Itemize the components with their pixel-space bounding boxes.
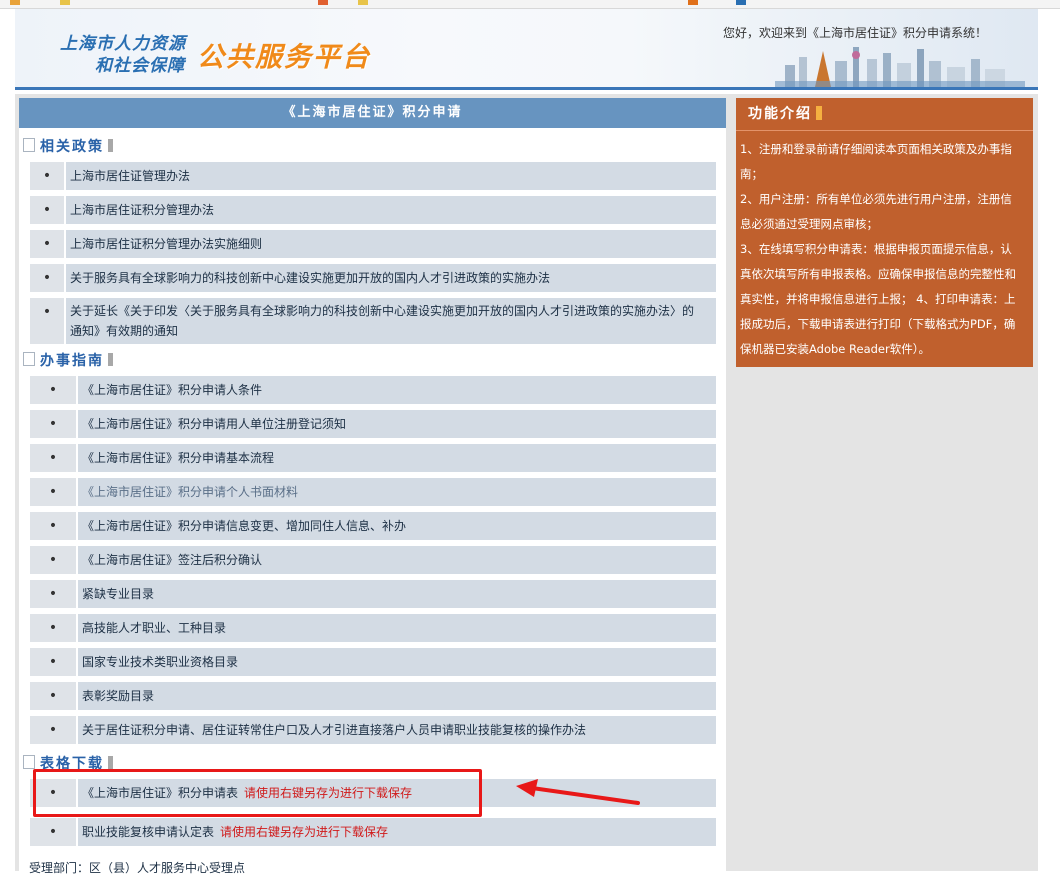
heading-marker-icon — [816, 106, 822, 120]
section-heading-policy: 相关政策 — [23, 136, 113, 155]
link-guide-5[interactable]: 《上海市居住证》积分申请信息变更、增加同住人信息、补办 — [78, 512, 716, 540]
link-guide-2[interactable]: 《上海市居住证》积分申请用人单位注册登记须知 — [78, 410, 716, 438]
link-guide-1[interactable]: 《上海市居住证》积分申请人条件 — [78, 376, 716, 404]
link-policy-5[interactable]: 关于延长《关于印发〈关于服务具有全球影响力的科技创新中心建设实施更加开放的国内人… — [66, 298, 716, 344]
list-item-guide[interactable]: • 《上海市居住证》积分申请用人单位注册登记须知 — [30, 410, 716, 438]
section-heading-label: 办事指南 — [40, 353, 104, 369]
list-item-guide[interactable]: • 《上海市居住证》积分申请个人书面材料 — [30, 478, 716, 506]
bullet-icon: • — [30, 682, 76, 710]
bookmark-icon[interactable] — [688, 0, 698, 5]
link-guide-6[interactable]: 《上海市居住证》签注后积分确认 — [78, 546, 716, 574]
bullet-icon: • — [30, 162, 64, 190]
link-guide-3[interactable]: 《上海市居住证》积分申请基本流程 — [78, 444, 716, 472]
footer-text: 受理部门：区（县）人才服务中心受理点 — [29, 861, 246, 875]
download-item-2[interactable]: 职业技能复核申请认定表 请使用右键另存为进行下载保存 — [78, 818, 716, 846]
bullet-icon: • — [30, 410, 76, 438]
feature-intro-text: 1、注册和登录前请仔细阅读本页面相关政策及办事指 南； 2、用户注册：所有单位必… — [740, 137, 1030, 362]
highlight-annotation-box — [33, 769, 482, 817]
bullet-icon: • — [30, 648, 76, 676]
list-item-policy[interactable]: • 上海市居住证管理办法 — [30, 162, 716, 190]
section-heading-guide: 办事指南 — [23, 350, 113, 369]
intro-line: 南； — [740, 167, 763, 181]
bullet-icon: • — [30, 546, 76, 574]
bullet-icon: • — [30, 444, 76, 472]
intro-line: 1、注册和登录前请仔细阅读本页面相关政策及办事指 — [740, 142, 1012, 156]
bookmark-icon[interactable] — [736, 0, 746, 5]
list-item-guide[interactable]: • 《上海市居住证》签注后积分确认 — [30, 546, 716, 574]
site-banner: 上海市人力资源 和社会保障 公共服务平台 您好，欢迎来到《上海市居住证》积分申请… — [15, 9, 1038, 90]
link-guide-11[interactable]: 关于居住证积分申请、居住证转常住户口及人才引进直接落户人员申请职业技能复核的操作… — [78, 716, 716, 744]
main-panel-title: 《上海市居住证》积分申请 — [19, 98, 726, 128]
list-item-guide[interactable]: • 《上海市居住证》积分申请基本流程 — [30, 444, 716, 472]
intro-line: 保机器已安装Adobe Reader软件）。 — [740, 342, 930, 356]
feature-intro-title: 功能介绍 — [748, 103, 822, 123]
feature-intro-title-label: 功能介绍 — [748, 106, 812, 122]
link-guide-9[interactable]: 国家专业技术类职业资格目录 — [78, 648, 716, 676]
save-as-hint: 请使用右键另存为进行下载保存 — [220, 825, 389, 839]
bullet-icon: • — [30, 376, 76, 404]
list-item-guide[interactable]: • 高技能人才职业、工种目录 — [30, 614, 716, 642]
link-policy-2[interactable]: 上海市居住证积分管理办法 — [66, 196, 716, 224]
document-icon — [23, 138, 35, 152]
bullet-icon: • — [30, 298, 64, 344]
link-policy-4[interactable]: 关于服务具有全球影响力的科技创新中心建设实施更加开放的国内人才引进政策的实施办法 — [66, 264, 716, 292]
document-icon — [23, 352, 35, 366]
bookmark-icon[interactable] — [60, 0, 70, 5]
bullet-icon: • — [30, 264, 64, 292]
list-item-policy[interactable]: • 上海市居住证积分管理办法实施细则 — [30, 230, 716, 258]
bullet-icon: • — [30, 512, 76, 540]
heading-marker-icon — [108, 139, 113, 152]
intro-line: 报成功后，下载申请表进行打印（下载格式为PDF，确 — [740, 317, 1016, 331]
download-link-skill-review-form[interactable]: 职业技能复核申请认定表 — [82, 822, 214, 842]
intro-line: 真实性，并将申报信息进行上报； 4、打印申请表：上 — [740, 292, 1016, 306]
document-icon — [23, 755, 35, 769]
list-item-guide[interactable]: • 国家专业技术类职业资格目录 — [30, 648, 716, 676]
city-skyline-icon — [775, 47, 1025, 87]
list-item-download[interactable]: • 职业技能复核申请认定表 请使用右键另存为进行下载保存 — [30, 818, 716, 846]
browser-bookmark-strip — [0, 0, 1060, 9]
bookmark-icon[interactable] — [10, 0, 20, 5]
list-item-policy[interactable]: • 关于服务具有全球影响力的科技创新中心建设实施更加开放的国内人才引进政策的实施… — [30, 264, 716, 292]
intro-line: 2、用户注册：所有单位必须先进行用户注册，注册信 — [740, 192, 1012, 206]
bullet-icon: • — [30, 818, 76, 846]
bookmark-icon[interactable] — [358, 0, 368, 5]
divider — [736, 130, 1033, 131]
bullet-icon: • — [30, 196, 64, 224]
bookmark-icon[interactable] — [318, 0, 328, 5]
feature-intro-panel: 功能介绍 1、注册和登录前请仔细阅读本页面相关政策及办事指 南； 2、用户注册：… — [736, 98, 1033, 367]
bullet-icon: • — [30, 580, 76, 608]
list-item-guide[interactable]: • 《上海市居住证》积分申请信息变更、增加同住人信息、补办 — [30, 512, 716, 540]
list-item-policy[interactable]: • 上海市居住证积分管理办法 — [30, 196, 716, 224]
heading-marker-icon — [108, 353, 113, 366]
bullet-icon: • — [30, 614, 76, 642]
welcome-message: 您好，欢迎来到《上海市居住证》积分申请系统！ — [723, 26, 988, 40]
list-item-guide[interactable]: • 表彰奖励目录 — [30, 682, 716, 710]
link-guide-4[interactable]: 《上海市居住证》积分申请个人书面材料 — [78, 478, 716, 506]
list-item-guide[interactable]: • 《上海市居住证》积分申请人条件 — [30, 376, 716, 404]
bullet-icon: • — [30, 230, 64, 258]
link-policy-1[interactable]: 上海市居住证管理办法 — [66, 162, 716, 190]
list-item-policy[interactable]: • 关于延长《关于印发〈关于服务具有全球影响力的科技创新中心建设实施更加开放的国… — [30, 298, 716, 344]
bullet-icon: • — [30, 716, 76, 744]
link-guide-10[interactable]: 表彰奖励目录 — [78, 682, 716, 710]
main-panel: 《上海市居住证》积分申请 相关政策 • 上海市居住证管理办法 • 上海市居住证积… — [19, 98, 726, 871]
org-name-line2: 和社会保障 — [95, 56, 185, 76]
bullet-icon: • — [30, 478, 76, 506]
intro-line: 息必须通过受理网点审核； — [740, 217, 878, 231]
section-heading-label: 相关政策 — [40, 139, 104, 155]
heading-marker-icon — [108, 756, 113, 769]
intro-line: 真依次填写所有申报表格。应确保申报信息的完整性和 — [740, 267, 1016, 281]
link-guide-8[interactable]: 高技能人才职业、工种目录 — [78, 614, 716, 642]
link-policy-3[interactable]: 上海市居住证积分管理办法实施细则 — [66, 230, 716, 258]
link-guide-7[interactable]: 紧缺专业目录 — [78, 580, 716, 608]
list-item-guide[interactable]: • 紧缺专业目录 — [30, 580, 716, 608]
intro-line: 3、在线填写积分申请表：根据申报页面提示信息，认 — [740, 242, 1012, 256]
platform-title: 公共服务平台 — [197, 42, 371, 73]
list-item-guide[interactable]: • 关于居住证积分申请、居住证转常住户口及人才引进直接落户人员申请职业技能复核的… — [30, 716, 716, 744]
annotation-arrow-icon — [516, 779, 640, 805]
